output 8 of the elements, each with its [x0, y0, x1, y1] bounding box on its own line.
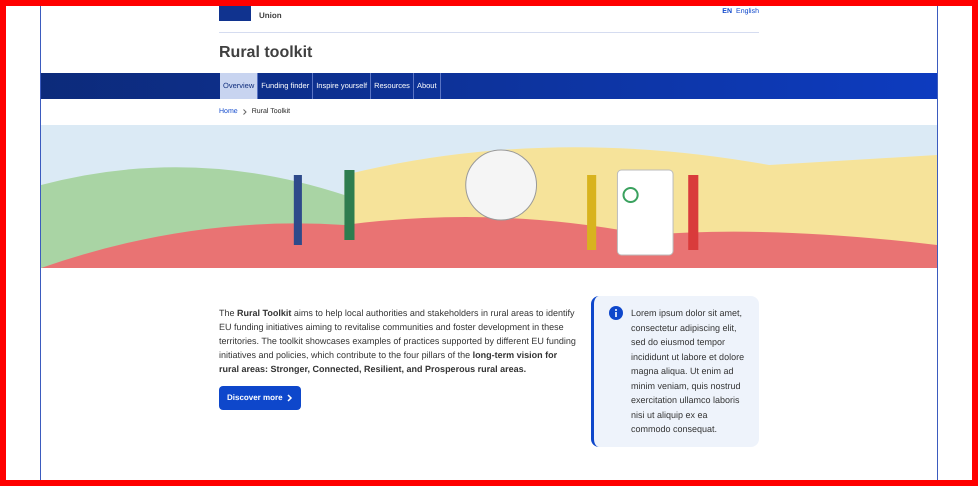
info-text: Lorem ipsum dolor sit amet, consectetur adipiscing elit, sed do eiusmod tempor incididunt ut labore et dolore magna aliqua. Ut enim ad minim veniam, quis nostrud exercitation ullamco laboris nisi ut aliquip ex ea commodo consequat.	[631, 307, 746, 436]
discover-more-button[interactable]: Discover more	[219, 386, 301, 410]
site-title: Rural toolkit	[219, 43, 314, 63]
intro-paragraph: The Rural Toolkit aims to help local authorities and stakeholders in rural areas to identify EU funding initiatives aiming to revitalise communities and foster development in these territories. The toolkit showcases examples of practices supported by different EU funding initiatives and policies, which contribute to the four pillars of the long-term vision for rural areas: Stronger, Connected, Resilient, and Prosperous rural areas.	[219, 307, 577, 376]
chevron-icon	[242, 109, 247, 115]
chevron-right-icon	[286, 394, 293, 402]
info-icon	[609, 306, 623, 320]
logo-text: Union	[259, 10, 282, 22]
